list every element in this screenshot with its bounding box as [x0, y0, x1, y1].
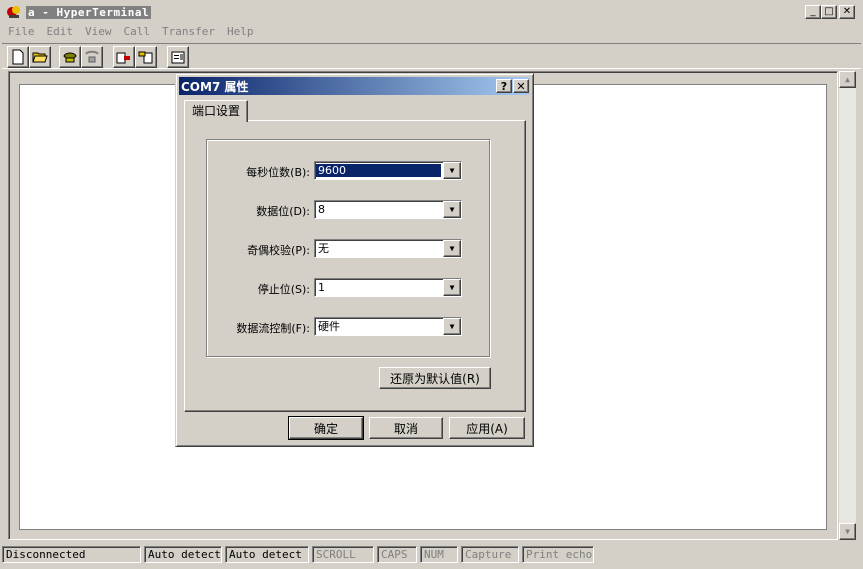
chevron-down-icon[interactable]: ▼ [443, 318, 461, 335]
stop-bits-value: 1 [318, 281, 325, 294]
connect-icon [63, 52, 77, 63]
menubar: File Edit View Call Transfer Help [2, 22, 861, 41]
close-button[interactable]: ✕ [839, 5, 855, 19]
bits-per-second-select[interactable]: 9600 ▼ [314, 161, 462, 180]
com-properties-dialog: COM7 属性 ? ✕ 端口设置 每秒位数(B): 9600 ▼ 数据位(D):… [175, 73, 534, 447]
send-icon [116, 52, 130, 64]
data-bits-value: 8 [318, 203, 325, 216]
dialog-titlebar[interactable]: COM7 属性 [179, 77, 530, 95]
label-bits-per-second: 每秒位数(B): [246, 166, 310, 179]
menu-view[interactable]: View [79, 25, 118, 38]
main-titlebar[interactable]: a - HyperTerminal [2, 2, 861, 22]
disconnect-button[interactable] [81, 46, 103, 68]
status-num: NUM [420, 545, 458, 563]
bits-per-second-value: 9600 [316, 164, 441, 177]
dialog-help-button[interactable]: ? [496, 79, 512, 93]
properties-icon [171, 51, 185, 64]
scroll-up-button[interactable]: ▲ [839, 71, 856, 88]
label-flow-control: 数据流控制(F): [236, 322, 310, 335]
apply-button[interactable]: 应用(A) [449, 417, 525, 439]
close-icon: ✕ [516, 79, 526, 93]
help-icon: ? [500, 79, 508, 93]
cancel-button[interactable]: 取消 [369, 417, 443, 439]
minimize-button[interactable]: _ [805, 5, 821, 19]
chevron-down-icon[interactable]: ▼ [443, 162, 461, 179]
statusbar: Disconnected Auto detect Auto detect SCR… [2, 543, 861, 565]
status-capture: Capture [461, 545, 519, 563]
flow-control-value: 硬件 [318, 320, 340, 333]
menu-file[interactable]: File [2, 25, 41, 38]
menu-transfer[interactable]: Transfer [156, 25, 221, 38]
flow-control-select[interactable]: 硬件 ▼ [314, 317, 462, 336]
scroll-down-icon: ▼ [845, 527, 850, 536]
toolbar [2, 43, 861, 69]
maximize-icon: □ [824, 6, 834, 17]
dialog-close-button[interactable]: ✕ [513, 79, 529, 93]
connect-button[interactable] [59, 46, 81, 68]
minimize-icon: _ [810, 6, 816, 17]
dialog-title: COM7 属性 [181, 79, 249, 94]
label-data-bits: 数据位(D): [256, 205, 310, 218]
hyperterminal-icon [7, 6, 20, 18]
scroll-down-button[interactable]: ▼ [839, 523, 856, 540]
receive-icon [138, 51, 153, 64]
status-connection: Disconnected [2, 545, 141, 563]
status-detect-1: Auto detect [144, 545, 222, 563]
tab-port-settings[interactable]: 端口设置 [184, 100, 248, 122]
chevron-down-icon[interactable]: ▼ [443, 240, 461, 257]
status-detect-2: Auto detect [225, 545, 309, 563]
new-button[interactable] [7, 46, 29, 68]
menu-call[interactable]: Call [118, 25, 157, 38]
maximize-button[interactable]: □ [821, 5, 837, 19]
receive-button[interactable] [135, 46, 157, 68]
ok-button[interactable]: 确定 [288, 416, 364, 440]
vertical-scrollbar[interactable]: ▲ ▼ [839, 71, 856, 540]
window-title: a - HyperTerminal [26, 5, 152, 19]
menu-help[interactable]: Help [221, 25, 260, 38]
status-scroll: SCROLL [312, 545, 374, 563]
open-icon [32, 52, 48, 63]
parity-select[interactable]: 无 ▼ [314, 239, 462, 258]
label-parity: 奇偶校验(P): [247, 244, 310, 257]
scroll-up-icon: ▲ [845, 75, 850, 84]
close-icon: ✕ [842, 6, 852, 17]
send-button[interactable] [113, 46, 135, 68]
open-button[interactable] [29, 46, 51, 68]
parity-value: 无 [318, 242, 329, 255]
status-print-echo: Print echo [522, 545, 594, 563]
chevron-down-icon[interactable]: ▼ [443, 279, 461, 296]
status-caps: CAPS [377, 545, 417, 563]
restore-defaults-button[interactable]: 还原为默认值(R) [379, 367, 491, 389]
stop-bits-select[interactable]: 1 ▼ [314, 278, 462, 297]
chevron-down-icon[interactable]: ▼ [443, 201, 461, 218]
menu-edit[interactable]: Edit [41, 25, 80, 38]
data-bits-select[interactable]: 8 ▼ [314, 200, 462, 219]
disconnect-icon [85, 50, 99, 63]
label-stop-bits: 停止位(S): [257, 283, 310, 296]
new-icon [12, 49, 24, 65]
properties-button[interactable] [167, 46, 189, 68]
